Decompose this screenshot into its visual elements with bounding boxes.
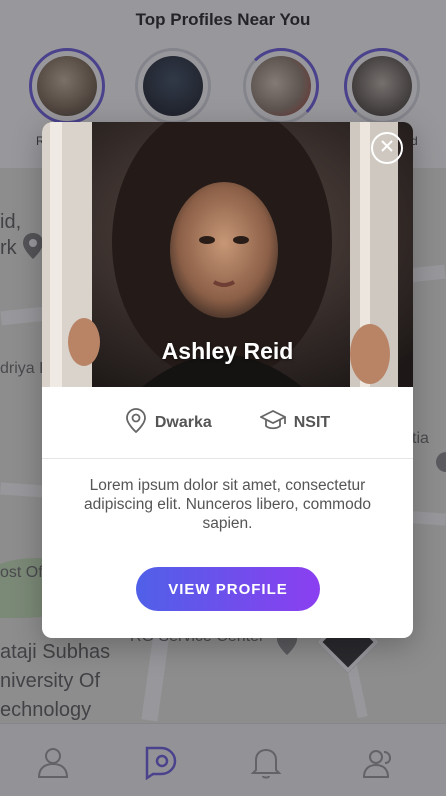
view-profile-button[interactable]: VIEW PROFILE: [136, 567, 320, 611]
college-label: NSIT: [293, 413, 331, 431]
map-pin-icon: [125, 407, 147, 438]
profile-name-heading: Ashley Reid: [161, 338, 294, 364]
close-icon: [380, 139, 394, 158]
location-label: Dwarka: [154, 413, 212, 431]
location-meta: Dwarka: [125, 407, 212, 438]
profile-meta-row: Dwarka NSIT: [42, 387, 413, 459]
close-button[interactable]: [371, 132, 403, 164]
college-meta: NSIT: [258, 409, 331, 436]
graduation-cap-icon: [258, 409, 287, 436]
profile-photo: Ashley Reid: [42, 122, 413, 387]
profile-card-modal: Ashley Reid Dwarka NSIT Lorem ipsum dolo…: [42, 122, 413, 638]
profile-description: Lorem ipsum dolor sit amet, consectetur …: [84, 477, 371, 532]
